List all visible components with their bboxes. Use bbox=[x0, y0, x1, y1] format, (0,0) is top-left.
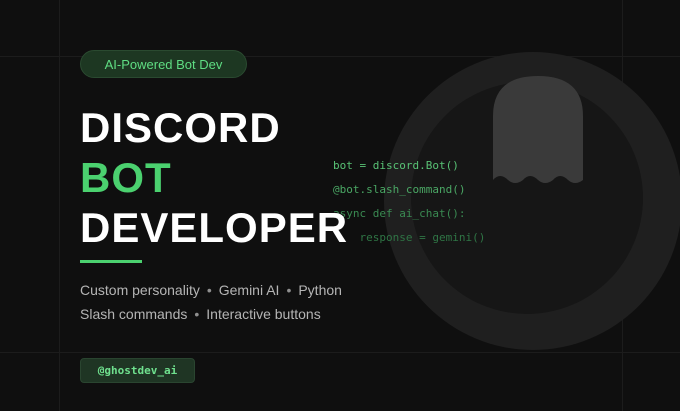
category-badge: AI-Powered Bot Dev bbox=[80, 50, 247, 78]
features-row-1: Custom personality • Gemini AI • Python bbox=[80, 282, 342, 298]
title-line-discord: DISCORD bbox=[80, 104, 281, 151]
feature-separator: • bbox=[286, 282, 292, 298]
title-line-bot: BOT bbox=[80, 154, 172, 201]
grid-line-left bbox=[59, 0, 60, 411]
code-line-3: async def ai_chat(): bbox=[333, 207, 466, 220]
code-line-1: bot = discord.Bot() bbox=[333, 159, 459, 172]
code-line-4: response = gemini() bbox=[333, 231, 486, 244]
feature-slash-commands: Slash commands bbox=[80, 306, 188, 322]
feature-python: Python bbox=[298, 282, 342, 298]
feature-separator: • bbox=[206, 282, 212, 298]
feature-separator: • bbox=[194, 306, 200, 322]
feature-gemini-ai: Gemini AI bbox=[218, 282, 280, 298]
title-line-developer: DEVELOPER bbox=[80, 204, 349, 251]
ghost-icon bbox=[493, 76, 583, 183]
feature-custom-personality: Custom personality bbox=[80, 282, 200, 298]
title-underline bbox=[80, 260, 142, 263]
feature-interactive-buttons: Interactive buttons bbox=[206, 306, 321, 322]
code-line-2: @bot.slash_command() bbox=[333, 183, 466, 196]
features-row-2: Slash commands • Interactive buttons bbox=[80, 306, 321, 322]
handle-badge: @ghostdev_ai bbox=[80, 358, 195, 383]
grid-line-bottom bbox=[0, 352, 680, 353]
